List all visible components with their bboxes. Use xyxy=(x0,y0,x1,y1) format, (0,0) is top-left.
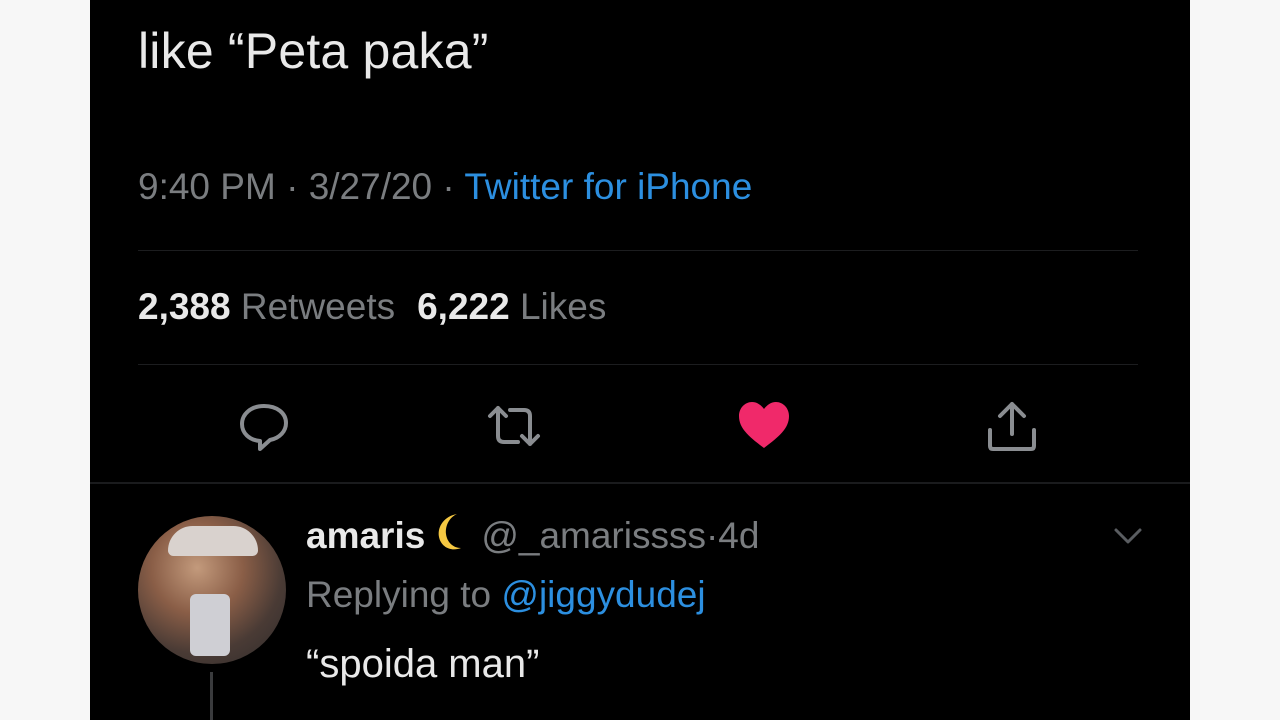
tweet-text: like “Peta paka” xyxy=(138,23,489,79)
likes-stat[interactable]: 6,222 Likes xyxy=(417,286,606,327)
tweet-stats: 2,388 Retweets 6,222 Likes xyxy=(138,286,606,328)
replying-mention-link[interactable]: @jiggydudej xyxy=(501,574,705,615)
replying-prefix: Replying to xyxy=(306,574,492,615)
reply-options-button[interactable] xyxy=(1110,520,1146,550)
tweet-meta: 9:40 PM · 3/27/20 · Twitter for iPhone xyxy=(138,166,752,208)
divider xyxy=(138,364,1138,365)
chevron-down-icon xyxy=(1114,528,1142,544)
reply-text: “spoida man” xyxy=(306,642,540,686)
avatar[interactable] xyxy=(138,516,286,664)
replying-to: Replying to @jiggydudej xyxy=(306,574,706,616)
reply-handle[interactable]: @_amarissss xyxy=(481,515,706,556)
retweets-label: Retweets xyxy=(240,286,396,327)
tweet-date: 3/27/20 xyxy=(308,166,433,207)
reply-display-name[interactable]: amaris xyxy=(306,515,425,556)
retweets-count: 2,388 xyxy=(138,286,231,327)
likes-count: 6,222 xyxy=(417,286,510,327)
meta-separator: · xyxy=(442,166,455,207)
reply-icon xyxy=(240,404,288,451)
retweet-button[interactable] xyxy=(486,398,542,454)
likes-label: Likes xyxy=(519,286,607,327)
retweet-icon xyxy=(488,406,540,446)
divider xyxy=(90,482,1190,484)
heart-icon xyxy=(739,402,789,448)
tweet-detail-view: like “Peta paka” 9:40 PM · 3/27/20 · Twi… xyxy=(90,0,1190,720)
tweet-time: 9:40 PM xyxy=(138,166,276,207)
tweet-source-link[interactable]: Twitter for iPhone xyxy=(464,166,752,207)
heart-fill xyxy=(739,402,789,448)
meta-separator: · xyxy=(705,515,719,556)
retweets-stat[interactable]: 2,388 Retweets xyxy=(138,286,395,327)
crescent-moon-icon xyxy=(427,510,471,554)
reply-age: 4d xyxy=(718,515,760,556)
reply-button[interactable] xyxy=(236,398,292,454)
like-button[interactable] xyxy=(736,398,792,454)
share-icon xyxy=(988,402,1036,451)
reply-header: amaris @_amarissss·4d xyxy=(306,510,759,557)
thread-line xyxy=(210,672,213,720)
divider xyxy=(138,250,1138,251)
meta-separator: · xyxy=(286,166,299,207)
share-button[interactable] xyxy=(984,398,1040,454)
